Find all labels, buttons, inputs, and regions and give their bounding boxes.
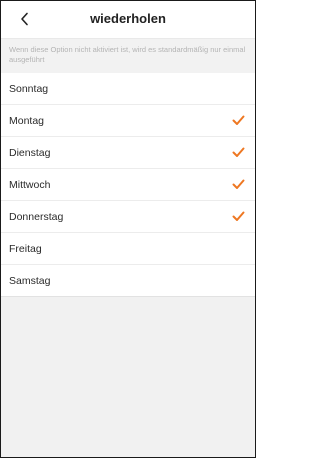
day-row-montag[interactable]: Montag: [1, 105, 255, 137]
day-label: Mittwoch: [9, 178, 51, 191]
top-bar: wiederholen: [1, 1, 255, 39]
day-row-samstag[interactable]: Samstag: [1, 265, 255, 297]
checkmark-icon: [231, 210, 245, 224]
checkmark-icon: [231, 146, 245, 160]
checkmark-icon: [231, 178, 245, 192]
day-label: Dienstag: [9, 146, 51, 159]
day-row-freitag[interactable]: Freitag: [1, 233, 255, 265]
day-row-sonntag[interactable]: Sonntag: [1, 73, 255, 105]
checkmark-icon: [231, 114, 245, 128]
day-label: Montag: [9, 114, 45, 127]
day-row-donnerstag[interactable]: Donnerstag: [1, 201, 255, 233]
phone-screen: wiederholen Wenn diese Option nicht akti…: [0, 0, 256, 458]
day-label: Sonntag: [9, 82, 49, 95]
day-list: Sonntag Montag Dienstag Mittwoch Donners…: [1, 73, 255, 297]
page-title: wiederholen: [90, 11, 166, 26]
hint-text: Wenn diese Option nicht aktiviert ist, w…: [1, 39, 255, 73]
day-label: Donnerstag: [9, 210, 64, 223]
day-row-dienstag[interactable]: Dienstag: [1, 137, 255, 169]
day-row-mittwoch[interactable]: Mittwoch: [1, 169, 255, 201]
day-label: Freitag: [9, 242, 42, 255]
day-label: Samstag: [9, 274, 51, 287]
